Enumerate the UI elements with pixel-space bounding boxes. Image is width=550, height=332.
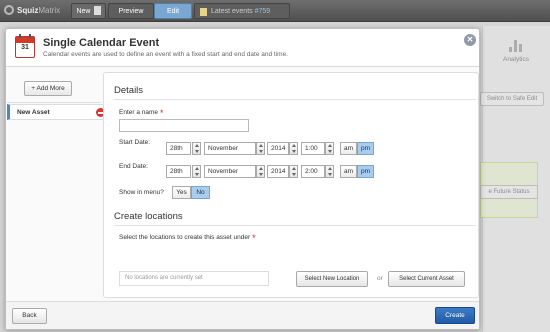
locations-list: No locations are currently set (119, 271, 269, 286)
add-more-button[interactable]: + Add More (24, 81, 72, 96)
latest-events-count: #759 (254, 8, 271, 15)
select-locations-label-text: Select the locations to create this asse… (119, 234, 251, 241)
back-button[interactable]: Back (12, 308, 47, 324)
calendar-icon-day: 31 (21, 44, 29, 51)
sidebar-divider (7, 102, 101, 103)
required-marker: * (252, 233, 256, 243)
end-year-stepper[interactable] (289, 165, 298, 178)
dialog-header: 31 Single Calendar Event Calendar events… (6, 29, 479, 67)
new-label: New (76, 8, 91, 15)
asset-name-input[interactable] (119, 119, 249, 132)
asset-form: Details Enter a name * Start Date: 28th N… (103, 72, 479, 298)
top-toolbar: SquizMatrix New Preview Edit Latest even… (0, 0, 550, 22)
start-am-toggle[interactable]: am (340, 142, 357, 155)
end-am-toggle[interactable]: am (340, 165, 357, 178)
details-divider (114, 99, 476, 100)
create-locations-heading: Create locations (114, 211, 183, 222)
start-day-field[interactable]: 28th (166, 142, 191, 155)
name-label-text: Enter a name (119, 109, 159, 116)
preview-button[interactable]: Preview (108, 3, 154, 19)
start-year-field[interactable]: 2014 (267, 142, 289, 155)
create-button[interactable]: Create (435, 307, 475, 324)
start-month-stepper[interactable] (256, 142, 265, 155)
sidebar-item-label: New Asset (17, 109, 50, 116)
edit-button[interactable]: Edit (154, 3, 192, 19)
end-month-stepper[interactable] (256, 165, 265, 178)
start-pm-toggle[interactable]: pm (357, 142, 374, 155)
details-heading: Details (114, 85, 144, 96)
dialog-footer: Back Create (6, 301, 479, 329)
name-label: Enter a name * (119, 108, 164, 118)
new-button[interactable]: New (71, 3, 106, 19)
start-month-field[interactable]: November (204, 142, 256, 155)
select-current-asset-button[interactable]: Select Current Asset (388, 271, 465, 287)
required-marker: * (160, 108, 164, 118)
show-in-menu-label: Show in menu? (119, 189, 164, 196)
end-year-field[interactable]: 2014 (267, 165, 289, 178)
show-in-menu-no-toggle[interactable]: No (191, 186, 210, 199)
latest-events-button[interactable]: Latest events #759 (194, 3, 290, 19)
or-separator: or (377, 275, 383, 282)
events-icon (200, 8, 207, 16)
start-year-stepper[interactable] (289, 142, 298, 155)
end-day-stepper[interactable] (192, 165, 201, 178)
start-time-stepper[interactable] (325, 142, 334, 155)
end-time-stepper[interactable] (325, 165, 334, 178)
start-day-stepper[interactable] (192, 142, 201, 155)
select-new-location-button[interactable]: Select New Location (296, 271, 368, 287)
end-date-label: End Date: (119, 163, 148, 170)
dialog-title: Single Calendar Event (43, 37, 160, 49)
show-in-menu-yes-toggle[interactable]: Yes (172, 186, 191, 199)
new-asset-dialog: 31 Single Calendar Event Calendar events… (5, 28, 480, 330)
end-day-field[interactable]: 28th (166, 165, 191, 178)
asset-sidebar: + Add More New Asset (7, 68, 105, 298)
latest-events-label: Latest events (211, 8, 253, 15)
logo-brand: Squiz (17, 6, 39, 15)
end-time-field[interactable]: 2:00 (301, 165, 325, 178)
end-month-field[interactable]: November (204, 165, 256, 178)
new-document-icon (93, 6, 101, 15)
dialog-subtitle: Calendar events are used to define an ev… (43, 51, 288, 58)
end-pm-toggle[interactable]: pm (357, 165, 374, 178)
logo-product: Matrix (38, 6, 61, 15)
calendar-icon: 31 (15, 34, 35, 58)
select-locations-label: Select the locations to create this asse… (119, 233, 256, 243)
start-time-field[interactable]: 1:00 (301, 142, 325, 155)
squiz-matrix-logo: SquizMatrix (4, 4, 64, 18)
close-icon[interactable]: ✕ (464, 34, 476, 46)
start-date-label: Start Date: (119, 139, 151, 146)
locations-divider (114, 225, 476, 226)
logo-mark-icon (4, 5, 14, 15)
sidebar-item-new-asset[interactable]: New Asset (7, 104, 105, 120)
